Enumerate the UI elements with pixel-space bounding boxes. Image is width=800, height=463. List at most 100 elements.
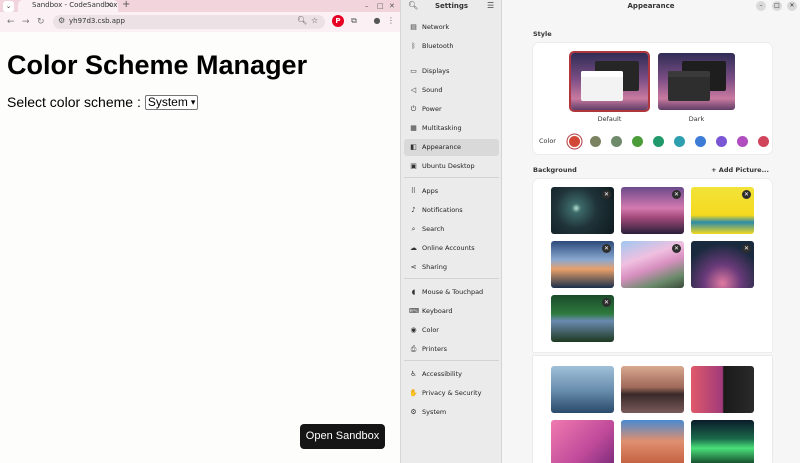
sidebar-item-search[interactable]: ⌕ Search [404,221,499,238]
remove-wallpaper-icon[interactable]: ✕ [602,190,611,199]
sidebar-item-displays[interactable]: ▭ Displays [404,63,499,80]
extensions-icon[interactable]: ⧉ [348,15,360,27]
new-tab-button[interactable]: + [122,0,130,10]
color-scheme-select[interactable]: System ▾ [144,94,199,110]
notifications-icon: ♪ [411,206,416,214]
accent-color-swatch[interactable] [590,136,601,147]
mouse-icon: ◖ [411,288,416,296]
zoom-icon[interactable]: 🔍︎ [297,16,307,25]
browser-tab[interactable]: Sandbox - CodeSandbox × [18,0,118,12]
sidebar-item-multitasking[interactable]: ▦ Multitasking [404,120,499,137]
open-sandbox-button[interactable]: Open Sandbox [300,424,385,449]
window-preview-front [668,71,710,101]
site-info-icon[interactable]: ⚙ [58,16,65,25]
maximize-icon[interactable]: □ [772,1,782,11]
bluetooth-icon: ᛒ [411,42,416,50]
wallpaper-thumbnail[interactable]: ✕ [551,187,614,234]
settings-window: 🔍︎ Settings ☰ ▤ Network ᛒ Bluetooth ▭ Display… [401,0,800,463]
accent-color-swatch[interactable] [632,136,643,147]
accent-color-swatch[interactable] [569,136,580,147]
accent-color-swatch[interactable] [716,136,727,147]
wallpaper-thumbnail[interactable]: ✕ [691,241,754,288]
sidebar-item-ubuntu-desktop[interactable]: ▣ Ubuntu Desktop [404,158,499,175]
accent-color-swatch[interactable] [737,136,748,147]
wallpaper-thumbnail[interactable] [621,420,684,463]
privacy-icon: ✋ [409,389,418,397]
settings-sidebar: 🔍︎ Settings ☰ ▤ Network ᛒ Bluetooth ▭ Display… [401,0,502,463]
close-window-icon[interactable]: ✕ [787,1,797,11]
remove-wallpaper-icon[interactable]: ✕ [672,190,681,199]
accent-color-swatch[interactable] [653,136,664,147]
address-bar[interactable]: ⚙ yh97d3.csb.app 🔍︎ ☆ [53,15,325,29]
wallpaper-thumbnail[interactable]: ✕ [621,241,684,288]
sidebar-item-label: Search [422,225,445,233]
tab-list-button[interactable]: ⌄ [3,1,14,12]
pinterest-extension-icon[interactable]: P [332,15,344,27]
wallpaper-thumbnail[interactable]: ✕ [621,187,684,234]
close-window-icon[interactable]: ✕ [389,0,395,12]
sidebar-item-notifications[interactable]: ♪ Notifications [404,202,499,219]
sidebar-item-network[interactable]: ▤ Network [404,19,499,36]
maximize-icon[interactable]: □ [377,0,384,12]
sidebar-item-label: Network [422,23,450,31]
remove-wallpaper-icon[interactable]: ✕ [602,244,611,253]
wallpaper-thumbnail[interactable] [691,366,754,413]
wallpaper-thumbnail[interactable] [551,366,614,413]
sharing-icon: ⋖ [410,263,417,271]
sidebar-item-appearance[interactable]: ◧ Appearance [404,139,499,156]
sidebar-item-sharing[interactable]: ⋖ Sharing [404,259,499,276]
accent-color-swatch[interactable] [695,136,706,147]
remove-wallpaper-icon[interactable]: ✕ [672,244,681,253]
back-icon[interactable]: ← [7,16,15,28]
wallpaper-thumbnail[interactable] [691,420,754,463]
accent-color-swatch[interactable] [758,136,769,147]
sidebar-item-power[interactable]: ⏻ Power [404,101,499,118]
url-text[interactable]: yh97d3.csb.app [69,17,125,25]
sidebar-item-label: Privacy & Security [422,389,482,397]
ubuntu-desktop-icon: ▣ [410,162,417,170]
wallpaper-thumbnail[interactable]: ✕ [551,241,614,288]
sidebar-item-apps[interactable]: ⠿ Apps [404,183,499,200]
wallpaper-thumbnail[interactable] [621,366,684,413]
sidebar-item-keyboard[interactable]: ⌨ Keyboard [404,303,499,320]
style-dark-thumbnail[interactable] [658,53,735,110]
remove-wallpaper-icon[interactable]: ✕ [742,190,751,199]
sidebar-item-online-accounts[interactable]: ☁ Online Accounts [404,240,499,257]
sidebar-item-color[interactable]: ◉ Color [404,322,499,339]
wallpaper-thumbnail[interactable] [551,420,614,463]
power-icon: ⏻ [410,105,417,113]
remove-wallpaper-icon[interactable]: ✕ [602,298,611,307]
accent-color-swatch[interactable] [611,136,622,147]
sidebar-item-mouse-touchpad[interactable]: ◖ Mouse & Touchpad [404,284,499,301]
sidebar-item-label: Printers [422,345,448,353]
hamburger-menu-icon[interactable]: ☰ [487,1,494,10]
sidebar-item-label: Bluetooth [422,42,454,50]
profile-icon[interactable]: ● [371,15,383,27]
bookmark-star-icon[interactable]: ☆ [311,16,318,25]
sidebar-item-system[interactable]: ⚙ System [404,404,499,421]
multitasking-icon: ▦ [410,124,417,132]
style-default-thumbnail[interactable] [571,53,648,110]
sidebar-item-sound[interactable]: ◁ Sound [404,82,499,99]
sidebar-item-label: Accessibility [422,370,462,378]
minimize-icon[interactable]: – [756,1,766,11]
tab-close-icon[interactable]: × [106,0,113,9]
wallpaper-thumbnail[interactable]: ✕ [691,187,754,234]
sidebar-item-printers[interactable]: ⎙ Printers [404,341,499,358]
reload-icon[interactable]: ↻ [37,16,45,28]
accent-color-swatch[interactable] [674,136,685,147]
browser-menu-icon[interactable]: ⋮ [385,15,397,27]
sidebar-item-accessibility[interactable]: ♿ Accessibility [404,366,499,383]
accessibility-icon: ♿ [410,370,417,378]
sidebar-item-label: Appearance [422,143,462,151]
wallpaper-thumbnail[interactable]: ✕ [551,295,614,342]
web-page: Color Scheme Manager Select color scheme… [0,32,400,463]
minimize-icon[interactable]: – [365,0,369,12]
keyboard-icon: ⌨ [409,307,420,315]
add-picture-button[interactable]: + Add Picture... [711,166,769,174]
remove-wallpaper-icon[interactable]: ✕ [742,244,751,253]
sidebar-item-bluetooth[interactable]: ᛒ Bluetooth [404,38,499,55]
sidebar-item-privacy-security[interactable]: ✋ Privacy & Security [404,385,499,402]
forward-icon[interactable]: → [22,16,30,28]
network-icon: ▤ [410,23,417,31]
